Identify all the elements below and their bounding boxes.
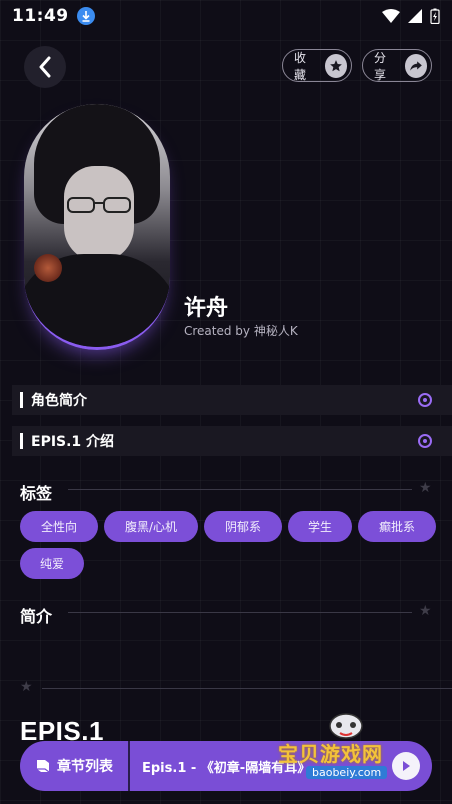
expand-dot-icon[interactable]	[418, 434, 432, 448]
tag-chip[interactable]: 全性向	[20, 511, 98, 542]
divider	[68, 612, 412, 613]
star-decoration-icon: ★	[419, 603, 432, 619]
share-button[interactable]: 分享	[362, 49, 432, 82]
section-marker	[20, 433, 23, 449]
chapter-list-label: 章节列表	[57, 759, 113, 775]
collect-label: 收藏	[294, 50, 307, 82]
section-label: 角色简介	[31, 393, 87, 409]
continue-text: Epis.1 - 《初章-隔墙有耳》	[142, 760, 311, 776]
divider	[68, 489, 412, 490]
section-character-intro[interactable]: 角色简介	[12, 385, 452, 415]
star-decoration-icon: ★	[419, 480, 432, 496]
tags-title: 标签	[20, 484, 53, 503]
collect-button[interactable]: 收藏	[282, 49, 352, 82]
bottom-action-bar: 章节列表 Epis.1 - 《初章-隔墙有耳》	[20, 741, 432, 791]
status-bar: 11:49	[0, 0, 452, 32]
expand-dot-icon[interactable]	[418, 393, 432, 407]
star-icon	[324, 53, 347, 78]
tag-chip[interactable]: 阴郁系	[204, 511, 282, 542]
intro-title: 简介	[20, 607, 53, 626]
section-label: EPIS.1 介绍	[31, 434, 115, 450]
play-arrow-icon[interactable]	[392, 752, 420, 780]
download-icon	[76, 7, 95, 25]
character-avatar	[24, 104, 170, 350]
tag-chip[interactable]: 癫批系	[358, 511, 436, 542]
share-arrow-icon	[404, 53, 427, 78]
chevron-left-icon	[39, 56, 51, 78]
tag-chip[interactable]: 学生	[288, 511, 352, 542]
book-icon	[37, 760, 50, 773]
wifi-icon	[382, 9, 400, 23]
tag-list: 全性向 腹黑/心机 阴郁系 学生 癫批系 纯爱	[20, 511, 440, 579]
status-time: 11:49	[12, 6, 69, 26]
back-button[interactable]	[24, 46, 66, 88]
divider	[42, 688, 452, 689]
gamepad-mascot-icon	[329, 713, 363, 739]
continue-reading-button[interactable]: Epis.1 - 《初章-隔墙有耳》	[130, 741, 432, 791]
created-by-text: Created by 神秘人K	[184, 324, 298, 338]
battery-icon	[430, 8, 440, 24]
character-name: 许舟	[184, 296, 229, 321]
section-epis-intro[interactable]: EPIS.1 介绍	[12, 426, 452, 456]
section-marker	[20, 392, 23, 408]
tag-chip[interactable]: 纯爱	[20, 548, 84, 579]
star-decoration-icon: ★	[20, 679, 33, 695]
share-label: 分享	[374, 50, 387, 82]
signal-icon	[408, 9, 422, 23]
chapter-list-button[interactable]: 章节列表	[20, 741, 130, 791]
tag-chip[interactable]: 腹黑/心机	[104, 511, 198, 542]
